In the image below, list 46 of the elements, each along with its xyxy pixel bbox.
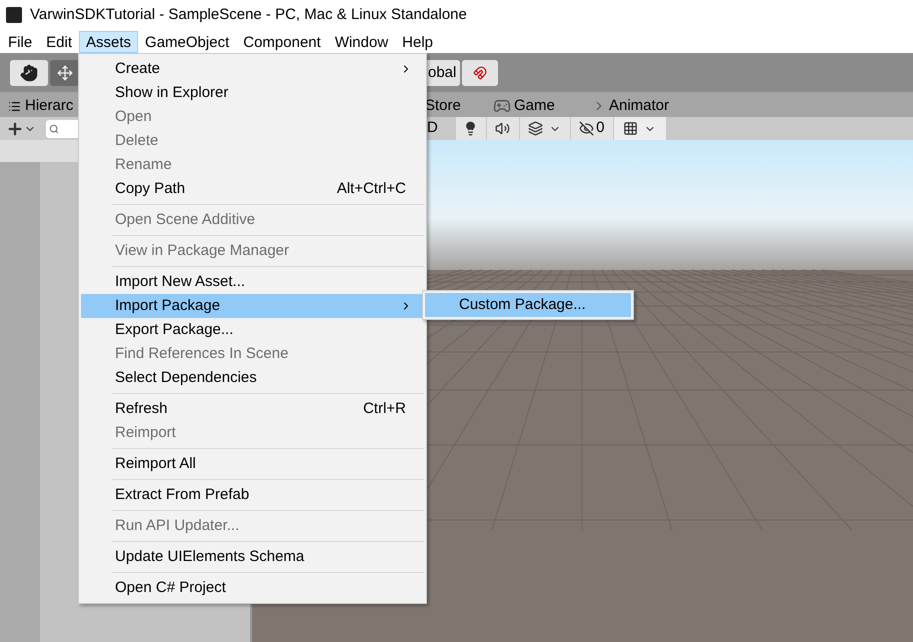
- menu-item[interactable]: Custom Package...: [425, 293, 631, 317]
- snap-button[interactable]: [462, 60, 498, 86]
- gizmos-button[interactable]: [614, 117, 666, 140]
- effects-button[interactable]: [520, 117, 570, 140]
- lighting-button[interactable]: [456, 117, 486, 140]
- animator-tab[interactable]: Animator: [609, 95, 670, 118]
- search-icon: [49, 124, 59, 134]
- layers-icon: [528, 121, 544, 136]
- menu-item[interactable]: Show in Explorer: [81, 81, 424, 105]
- asset-store-tab[interactable]: Store: [425, 95, 461, 118]
- menu-item[interactable]: Export Package...: [81, 318, 424, 342]
- grid-icon: [623, 121, 638, 136]
- menu-item[interactable]: Reimport All: [81, 452, 424, 476]
- menu-item[interactable]: Copy Path Alt+Ctrl+C: [81, 177, 424, 201]
- menu-item[interactable]: Open C# Project: [81, 576, 424, 600]
- list-icon: [8, 100, 21, 113]
- menu-item[interactable]: Extract From Prefab: [81, 483, 424, 507]
- speaker-icon: [495, 121, 510, 136]
- menu-item[interactable]: Import Package: [81, 294, 424, 318]
- app-logo-icon: [6, 7, 22, 23]
- view-mode-label: D: [427, 118, 438, 138]
- move-icon: [57, 64, 73, 80]
- menu-bar-item[interactable]: Edit: [39, 30, 80, 52]
- menu-item[interactable]: Refresh Ctrl+R: [81, 397, 424, 421]
- menu-item[interactable]: Import New Asset...: [81, 270, 424, 294]
- menu-bar-item[interactable]: GameObject: [138, 30, 236, 52]
- menu-bar-item[interactable]: File: [1, 30, 40, 52]
- menu-bar-item[interactable]: Window: [328, 30, 396, 52]
- eye-off-icon: [579, 121, 594, 136]
- game-tab[interactable]: Game: [514, 95, 555, 118]
- hidden-objects-button[interactable]: 0: [570, 117, 613, 140]
- menu-item[interactable]: Update UIElements Schema: [81, 545, 424, 569]
- menu-item[interactable]: Select Dependencies: [81, 366, 424, 390]
- add-button[interactable]: [6, 120, 36, 138]
- menu-bar-item[interactable]: Assets: [79, 30, 138, 52]
- magnet-icon: [473, 66, 488, 80]
- hand-icon: [20, 64, 38, 82]
- audio-button[interactable]: [486, 117, 519, 140]
- menu-item[interactable]: Create: [81, 57, 424, 81]
- menu-bar-item[interactable]: Help: [395, 30, 440, 52]
- menu-bar-item[interactable]: Component: [236, 30, 328, 52]
- move-tool-button[interactable]: [50, 60, 80, 86]
- hand-tool-button[interactable]: [10, 60, 48, 86]
- plus-icon: [6, 120, 24, 138]
- window-title: VarwinSDKTutorial - SampleScene - PC, Mac & Linux Standalone: [30, 4, 467, 25]
- hierarchy-tab[interactable]: Hierarc: [25, 95, 74, 118]
